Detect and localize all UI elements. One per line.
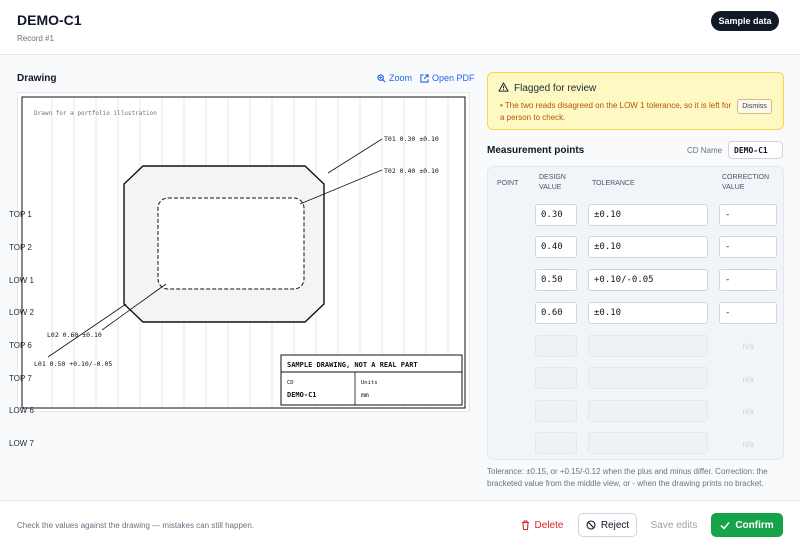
zoom-link[interactable]: Zoom <box>377 73 412 83</box>
save-edits-button[interactable]: Save edits <box>643 513 705 537</box>
correction-na: n/a <box>742 440 754 449</box>
tolerance-input[interactable]: +0.10/-0.05 <box>588 269 708 291</box>
action-footer: Check the values against the drawing — m… <box>0 500 800 549</box>
zoom-icon <box>377 73 386 83</box>
check-icon <box>720 521 730 530</box>
correction-na: n/a <box>742 375 754 384</box>
record-subtitle: Record #1 <box>17 34 54 43</box>
row-label: LOW 1 <box>9 276 34 285</box>
col-design-value: DESIGN VALUE <box>539 174 566 191</box>
tolerance-footnote: Tolerance: ±0.15, or +0.15/-0.12 when th… <box>487 467 768 488</box>
footer-note: Check the values against the drawing — m… <box>17 521 255 530</box>
correction-input[interactable]: - <box>719 236 777 258</box>
tolerance-input[interactable] <box>588 335 708 357</box>
row-label: TOP 1 <box>9 210 32 219</box>
title-block: SAMPLE DRAWING, NOT A REAL PART CD DEMO-… <box>280 354 463 406</box>
row-label: TOP 2 <box>9 243 32 252</box>
correction-na: n/a <box>742 407 754 416</box>
tolerance-input[interactable] <box>588 400 708 422</box>
title-block-units-value: mm <box>361 391 369 399</box>
technical-drawing: Drawn for a portfolio illustration T01 0… <box>21 96 466 409</box>
tolerance-input[interactable]: ±0.10 <box>588 302 708 324</box>
col-correction-value: CORRECTION VALUE <box>722 174 770 191</box>
confirm-label: Confirm <box>735 519 774 531</box>
measurement-points-heading: Measurement points <box>487 145 585 156</box>
zoom-label: Zoom <box>389 73 413 83</box>
reject-label: Reject <box>600 519 630 531</box>
sample-data-button[interactable]: Sample data <box>711 11 779 31</box>
title-block-heading: SAMPLE DRAWING, NOT A REAL PART <box>287 361 418 369</box>
trash-icon <box>521 520 529 530</box>
external-link-icon <box>420 73 429 83</box>
review-flag: Flagged for review • The two reads disag… <box>487 72 784 130</box>
design-value-input[interactable]: 0.40 <box>535 236 577 258</box>
callout-l01: L01 0.50 +0.10/-0.05 <box>34 360 112 368</box>
tolerance-input[interactable] <box>588 432 708 454</box>
correction-na: n/a <box>742 342 754 351</box>
delete-label: Delete <box>534 519 564 531</box>
flag-title: Flagged for review <box>514 83 597 94</box>
drawing-viewer[interactable]: Drawn for a portfolio illustration T01 0… <box>17 92 470 412</box>
design-value-input[interactable] <box>535 432 577 454</box>
save-edits-label: Save edits <box>650 519 698 531</box>
design-value-input[interactable]: 0.30 <box>535 204 577 226</box>
row-label: LOW 6 <box>9 406 34 415</box>
warning-triangle-icon <box>498 82 509 92</box>
design-value-input[interactable] <box>535 335 577 357</box>
ban-icon <box>586 520 596 530</box>
open-pdf-label: Open PDF <box>432 73 475 83</box>
row-label: TOP 6 <box>9 341 32 350</box>
correction-input[interactable]: - <box>719 269 777 291</box>
row-label: LOW 7 <box>9 439 34 448</box>
page-title: DEMO-C1 <box>17 12 82 28</box>
cd-name-input[interactable]: DEMO-C1 <box>728 141 783 159</box>
design-value-input[interactable] <box>535 367 577 389</box>
open-pdf-link[interactable]: Open PDF <box>420 73 475 83</box>
delete-button[interactable]: Delete <box>512 513 572 537</box>
cd-name-label: CD Name <box>687 146 723 155</box>
callout-t01: T01 0.30 ±0.10 <box>384 135 439 143</box>
col-tolerance: TOLERANCE <box>592 180 635 187</box>
correction-input[interactable]: - <box>719 204 777 226</box>
design-value-input[interactable] <box>535 400 577 422</box>
row-label: LOW 2 <box>9 308 34 317</box>
correction-input[interactable]: - <box>719 302 777 324</box>
title-block-units-label: Units <box>361 380 378 386</box>
tolerance-input[interactable]: ±0.10 <box>588 236 708 258</box>
col-point: POINT <box>497 180 519 187</box>
callout-l02: L02 0.60 ±0.10 <box>47 331 102 339</box>
tolerance-input[interactable]: ±0.10 <box>588 204 708 226</box>
drawing-heading: Drawing <box>17 73 57 84</box>
drawing-note: Drawn for a portfolio illustration <box>34 110 157 117</box>
reject-button[interactable]: Reject <box>578 513 637 537</box>
callout-t02: T02 0.40 ±0.10 <box>384 167 439 175</box>
dismiss-button[interactable]: Dismiss <box>737 99 772 114</box>
inner-profile <box>157 197 305 290</box>
page-header: DEMO-C1 Record #1 Sample data <box>0 0 800 55</box>
design-value-input[interactable]: 0.50 <box>535 269 577 291</box>
title-block-cd-label: CD <box>287 380 294 386</box>
confirm-button[interactable]: Confirm <box>711 513 783 537</box>
design-value-input[interactable]: 0.60 <box>535 302 577 324</box>
row-label: TOP 7 <box>9 374 32 383</box>
flag-message: • The two reads disagreed on the LOW 1 t… <box>500 101 732 122</box>
tolerance-input[interactable] <box>588 367 708 389</box>
title-block-cd-value: DEMO-C1 <box>287 391 317 399</box>
